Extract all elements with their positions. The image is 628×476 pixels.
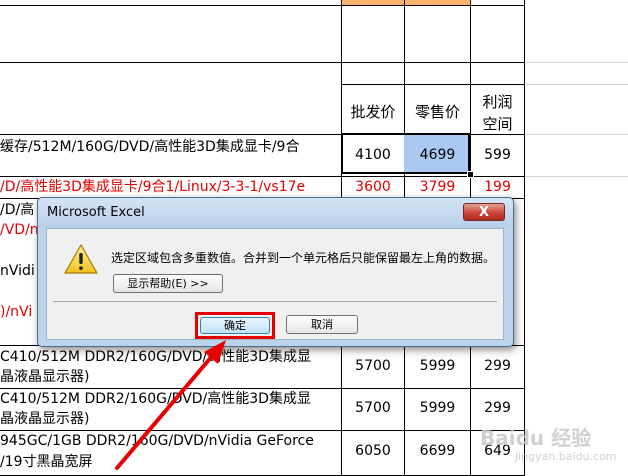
- dialog-separator: [53, 301, 497, 302]
- table-row-desc[interactable]: C410/512M DDR2/160G/DVD/高性能3D集成显: [0, 347, 340, 367]
- watermark-logo: Baidu 经验: [480, 426, 592, 450]
- table-row-desc[interactable]: nVidi: [0, 261, 40, 281]
- cell-wholesale[interactable]: 5700: [342, 398, 404, 418]
- header-profit-line1[interactable]: 利润: [471, 92, 524, 112]
- cell-retail[interactable]: 5999: [405, 398, 470, 418]
- dialog-titlebar[interactable]: Microsoft Excel X: [38, 198, 513, 228]
- cell-retail[interactable]: 3799: [405, 177, 470, 197]
- ok-button[interactable]: 确定: [200, 317, 270, 334]
- cell-profit[interactable]: 199: [471, 177, 524, 197]
- close-icon: X: [478, 205, 490, 220]
- dialog-message: 选定区域包含多重数值。合并到一个单元格后只能保留最左上角的数据。: [111, 251, 496, 265]
- cell-wholesale[interactable]: 3600: [342, 177, 404, 197]
- dialog-body: 选定区域包含多重数值。合并到一个单元格后只能保留最左上角的数据。 显示帮助(E)…: [46, 228, 504, 340]
- header-profit-line2[interactable]: 空间: [471, 114, 524, 134]
- table-row-desc[interactable]: 945GC/1GB DDR2/160G/DVD/nVidia GeForce: [0, 431, 340, 451]
- header-wholesale[interactable]: 批发价: [342, 102, 404, 122]
- watermark-url: jingyan.baidu.com: [515, 450, 617, 463]
- table-row-desc[interactable]: /VD/n: [0, 220, 40, 240]
- fill-handle[interactable]: [467, 171, 474, 178]
- table-row-desc-line2[interactable]: /19寸黑晶宽屏: [0, 452, 340, 472]
- cell-profit[interactable]: 599: [471, 145, 524, 165]
- cell-wholesale[interactable]: 5700: [342, 356, 404, 376]
- cell-retail[interactable]: 5999: [405, 356, 470, 376]
- table-row-desc[interactable]: )/nVi: [0, 302, 40, 322]
- selection-frame: [341, 133, 470, 174]
- close-button[interactable]: X: [463, 203, 505, 221]
- table-row-desc[interactable]: C410/512M DDR2/160G/DVD/高性能3D集成显: [0, 389, 340, 409]
- table-row-desc[interactable]: /D/高: [0, 200, 40, 220]
- warning-icon: [64, 244, 98, 274]
- excel-warning-dialog: Microsoft Excel X 选定区域包含多重数值。合并到一个单元格后只能…: [37, 197, 514, 347]
- ok-button-highlight: 确定: [195, 312, 275, 339]
- show-help-button[interactable]: 显示帮助(E) >>: [113, 274, 223, 293]
- table-row-desc-line2[interactable]: 晶液晶显示器): [0, 367, 340, 387]
- cell-profit[interactable]: 299: [471, 356, 524, 376]
- cell-profit[interactable]: 299: [471, 398, 524, 418]
- dialog-title: Microsoft Excel: [47, 205, 145, 220]
- table-row-desc-line2[interactable]: 晶液晶显示器): [0, 409, 340, 429]
- cell-retail[interactable]: 6699: [405, 441, 470, 461]
- table-row-desc[interactable]: 缓存/512M/160G/DVD/高性能3D集成显卡/9合: [0, 137, 340, 157]
- cancel-button[interactable]: 取消: [286, 315, 358, 334]
- cell-wholesale[interactable]: 6050: [342, 441, 404, 461]
- table-row-desc[interactable]: /D/高性能3D集成显卡/9合1/Linux/3-3-1/vs17e: [0, 177, 340, 197]
- header-retail[interactable]: 零售价: [405, 102, 470, 122]
